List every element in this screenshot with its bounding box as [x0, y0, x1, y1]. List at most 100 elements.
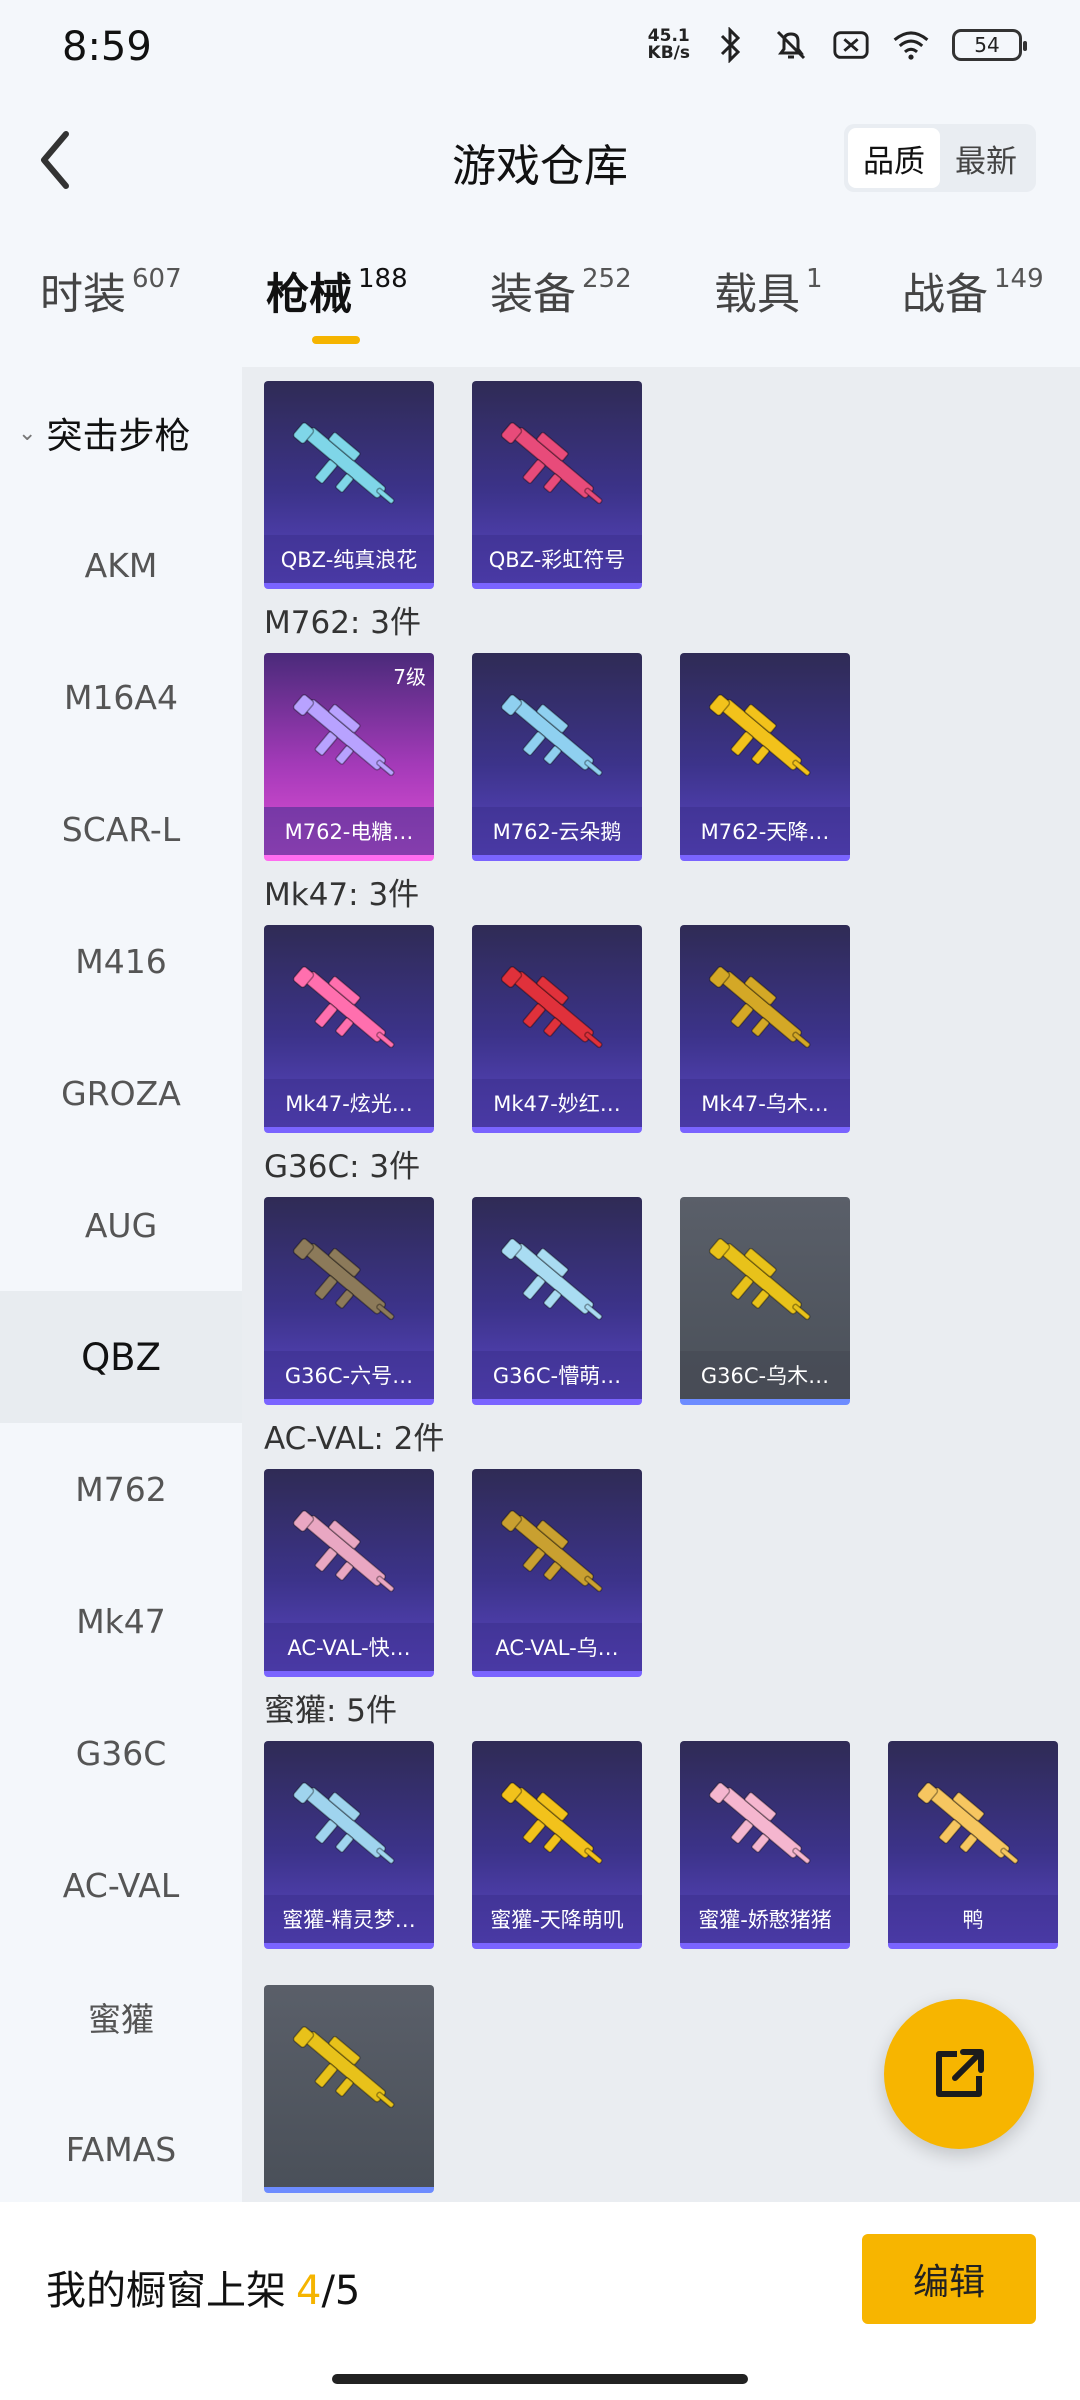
weapon-section-title: G36C: 3件 — [264, 1149, 421, 1185]
sidebar-item-aug[interactable]: AUG — [0, 1159, 242, 1291]
weapon-section-title: AC-VAL: 2件 — [264, 1421, 445, 1457]
sidebar-item-mk47[interactable]: Mk47 — [0, 1555, 242, 1687]
sidebar-item-akm[interactable]: AKM — [0, 499, 242, 631]
tab-count: 1 — [806, 264, 823, 294]
header: 游戏仓库 品质 最新 — [0, 100, 1080, 220]
weapon-card[interactable] — [264, 1985, 434, 2193]
weapon-level-badge: 7级 — [393, 665, 426, 689]
weapon-image — [708, 966, 811, 1049]
weapon-card-row: 蜜獾-精灵梦… 蜜獾-天降萌叽 蜜獾-娇憨猪猪鸭 — [264, 1741, 1080, 1949]
weapon-image — [292, 1782, 395, 1865]
showcase-total: /5 — [321, 2268, 361, 2314]
external-link-icon — [936, 2049, 984, 2097]
sort-newest-option[interactable]: 最新 — [940, 128, 1032, 188]
weapon-image — [916, 1782, 1019, 1865]
weapon-card[interactable]: QBZ-彩虹符号 — [472, 381, 642, 589]
weapon-card[interactable]: 蜜獾-娇憨猪猪 — [680, 1741, 850, 1949]
weapon-card-row: QBZ-纯真浪花 QBZ-彩虹符号 — [264, 381, 1080, 589]
weapon-name: M762-天降… — [680, 807, 850, 855]
weapon-name: G36C-乌木… — [680, 1351, 850, 1399]
chevron-down-icon: ⌄ — [18, 420, 37, 446]
weapon-name: M762-电糖… — [264, 807, 434, 855]
weapon-image — [292, 1238, 395, 1321]
tab-count: 252 — [582, 264, 632, 294]
edit-button[interactable]: 编辑 — [862, 2234, 1036, 2324]
weapon-image — [292, 966, 395, 1049]
status-icons: 45.1 KB/s 54 — [648, 26, 1027, 64]
weapon-card-row: AC-VAL-快… AC-VAL-乌… — [264, 1469, 1080, 1677]
weapon-card[interactable]: G36C-六号… — [264, 1197, 434, 1405]
tab-vehicles[interactable]: 载具 1 — [714, 260, 823, 322]
share-button[interactable] — [884, 1999, 1034, 2149]
status-bar: 8:59 45.1 KB/s 54 — [0, 0, 1080, 100]
weapon-card[interactable]: 7级 M762-电糖… — [264, 653, 434, 861]
weapon-card[interactable]: QBZ-纯真浪花 — [264, 381, 434, 589]
weapon-card[interactable]: 蜜獾-精灵梦… — [264, 1741, 434, 1949]
weapon-name: 蜜獾-娇憨猪猪 — [680, 1895, 850, 1943]
tab-label: 枪械 — [266, 270, 352, 320]
sidebar-item-qbz[interactable]: QBZ — [0, 1291, 242, 1423]
sidebar-item-m762[interactable]: M762 — [0, 1423, 242, 1555]
network-speed: 45.1 KB/s — [648, 28, 690, 62]
weapon-card[interactable]: 鸭 — [888, 1741, 1058, 1949]
weapon-name: 蜜獾-精灵梦… — [264, 1895, 434, 1943]
weapon-name: AC-VAL-乌… — [472, 1623, 642, 1671]
tab-count: 188 — [358, 264, 408, 294]
weapon-image — [500, 694, 603, 777]
weapon-image — [292, 694, 395, 777]
sidebar-item-famas[interactable]: FAMAS — [0, 2083, 242, 2202]
sidebar-item-m416[interactable]: M416 — [0, 895, 242, 1027]
sidebar-group-label: 突击步枪 — [46, 416, 191, 457]
weapon-section-title: Mk47: 3件 — [264, 877, 420, 913]
sidebar-item-scar-l[interactable]: SCAR-L — [0, 763, 242, 895]
weapon-name: QBZ-纯真浪花 — [264, 535, 434, 583]
bottom-bar: 我的橱窗上架 4 /5 编辑 — [0, 2202, 1080, 2400]
weapon-card[interactable]: AC-VAL-乌… — [472, 1469, 642, 1677]
weapon-card-row: Mk47-炫光… Mk47-妙红… Mk47-乌木… — [264, 925, 1080, 1133]
tab-equipment[interactable]: 装备 252 — [490, 260, 632, 322]
home-indicator[interactable] — [332, 2374, 748, 2384]
weapon-card-row: G36C-六号… G36C-懵萌… G36C-乌木… — [264, 1197, 1080, 1405]
tab-guns[interactable]: 枪械 188 — [266, 260, 408, 322]
weapon-image — [708, 694, 811, 777]
weapon-image — [708, 1782, 811, 1865]
category-tabs: 时装 607 枪械 188 装备 252 载具 1 战备 149 — [0, 230, 1080, 350]
weapon-card[interactable]: Mk47-炫光… — [264, 925, 434, 1133]
sort-quality-option[interactable]: 品质 — [848, 128, 940, 188]
network-speed-unit: KB/s — [647, 43, 690, 63]
wifi-icon — [892, 26, 930, 64]
showcase-count: 我的橱窗上架 4 /5 — [46, 2258, 360, 2316]
weapon-image — [500, 422, 603, 505]
tab-fashion[interactable]: 时装 607 — [40, 260, 182, 322]
weapon-image — [500, 966, 603, 1049]
sidebar-item-honey-badger[interactable]: 蜜獾 — [0, 1951, 242, 2083]
weapon-name: Mk47-妙红… — [472, 1079, 642, 1127]
weapon-image — [292, 1510, 395, 1593]
sidebar-item-g36c[interactable]: G36C — [0, 1687, 242, 1819]
weapon-name: QBZ-彩虹符号 — [472, 535, 642, 583]
tab-count: 149 — [994, 264, 1044, 294]
weapon-card[interactable]: Mk47-乌木… — [680, 925, 850, 1133]
sidebar-item-ac-val[interactable]: AC-VAL — [0, 1819, 242, 1951]
tab-supplies[interactable]: 战备 149 — [902, 260, 1044, 322]
weapon-card[interactable]: 蜜獾-天降萌叽 — [472, 1741, 642, 1949]
bluetooth-icon — [712, 26, 750, 64]
weapon-section-title: M762: 3件 — [264, 605, 421, 641]
weapon-name: AC-VAL-快… — [264, 1623, 434, 1671]
weapon-card[interactable]: G36C-懵萌… — [472, 1197, 642, 1405]
weapon-name: M762-云朵鹅 — [472, 807, 642, 855]
battery-icon: 54 — [952, 29, 1027, 61]
weapon-card[interactable]: M762-云朵鹅 — [472, 653, 642, 861]
weapon-card[interactable]: Mk47-妙红… — [472, 925, 642, 1133]
tab-label: 载具 — [714, 270, 800, 320]
sidebar-item-m16a4[interactable]: M16A4 — [0, 631, 242, 763]
weapon-grid: QBZ-纯真浪花 QBZ-彩虹符号 M762: 3件 7级 M762-电糖… M762-云… — [242, 367, 1080, 2202]
weapon-name: 鸭 — [888, 1895, 1058, 1943]
sidebar-item-groza[interactable]: GROZA — [0, 1027, 242, 1159]
weapon-type-sidebar: ⌄ 突击步枪 AKM M16A4 SCAR-L M416 GROZA AUG Q… — [0, 367, 242, 2202]
weapon-card[interactable]: AC-VAL-快… — [264, 1469, 434, 1677]
weapon-card[interactable]: G36C-乌木… — [680, 1197, 850, 1405]
sidebar-group-assault-rifle[interactable]: ⌄ 突击步枪 — [0, 367, 242, 499]
weapon-image — [500, 1238, 603, 1321]
weapon-card[interactable]: M762-天降… — [680, 653, 850, 861]
